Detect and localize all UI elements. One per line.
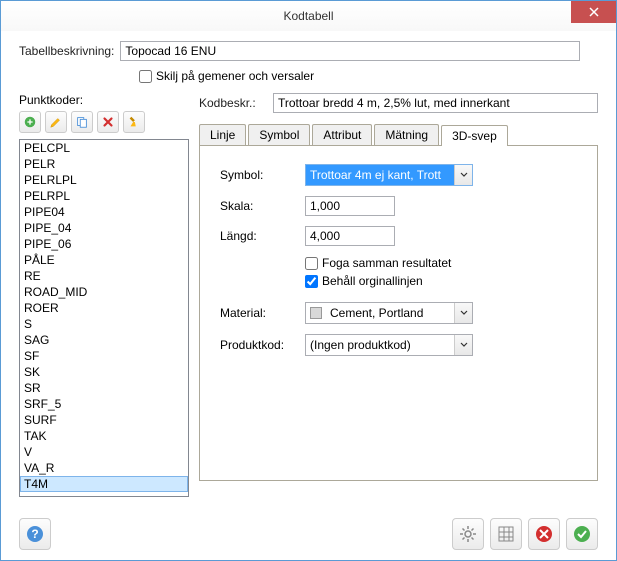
skala-input[interactable]	[305, 196, 395, 216]
tab-strip: LinjeSymbolAttributMätning3D-svep	[199, 124, 598, 146]
behall-checkbox[interactable]	[305, 275, 318, 288]
chevron-down-icon[interactable]	[454, 335, 472, 355]
material-value: Cement, Portland	[326, 306, 454, 320]
symbol-dropdown[interactable]: Trottoar 4m ej kant, Trott	[305, 164, 473, 186]
settings-button[interactable]	[452, 518, 484, 550]
close-button[interactable]	[571, 1, 616, 23]
window-title: Kodtabell	[283, 9, 333, 23]
material-swatch-icon	[310, 307, 322, 319]
chevron-down-icon[interactable]	[454, 165, 472, 185]
tab-panel-3dsvep: Symbol: Trottoar 4m ej kant, Trott Skala…	[199, 145, 598, 481]
list-item[interactable]: SRF_5	[20, 396, 188, 412]
add-button[interactable]	[19, 111, 41, 133]
tab-symbol[interactable]: Symbol	[248, 124, 310, 145]
produktkod-dropdown[interactable]: (Ingen produktkod)	[305, 334, 473, 356]
list-item[interactable]: PÅLE	[20, 252, 188, 268]
chevron-down-icon[interactable]	[454, 303, 472, 323]
behall-label: Behåll orginallinjen	[322, 274, 423, 288]
symbol-label: Symbol:	[220, 168, 305, 182]
content-area: Tabellbeskrivning: Skilj på gemener och …	[1, 31, 616, 507]
tab-attribut[interactable]: Attribut	[312, 124, 372, 145]
help-button[interactable]: ?	[19, 518, 51, 550]
list-item[interactable]: SK	[20, 364, 188, 380]
list-item[interactable]: PIPE_04	[20, 220, 188, 236]
list-item[interactable]: SURF	[20, 412, 188, 428]
material-dropdown[interactable]: Cement, Portland	[305, 302, 473, 324]
list-item[interactable]: PELRLPL	[20, 172, 188, 188]
kodbeskr-input[interactable]	[273, 93, 598, 113]
list-item[interactable]: T4M	[20, 476, 188, 492]
foga-checkbox[interactable]	[305, 257, 318, 270]
tab-3d-svep[interactable]: 3D-svep	[441, 125, 508, 146]
langd-label: Längd:	[220, 229, 305, 243]
list-item[interactable]: RE	[20, 268, 188, 284]
tabellbeskrivning-input[interactable]	[120, 41, 580, 61]
list-item[interactable]: PIPE04	[20, 204, 188, 220]
skilj-checkbox[interactable]	[139, 70, 152, 83]
list-item[interactable]: SR	[20, 380, 188, 396]
grid-button[interactable]	[490, 518, 522, 550]
tabellbeskrivning-label: Tabellbeskrivning:	[19, 44, 114, 58]
produktkod-value: (Ingen produktkod)	[306, 338, 454, 352]
list-item[interactable]: S	[20, 316, 188, 332]
titlebar: Kodtabell	[1, 1, 616, 31]
list-item[interactable]: ROER	[20, 300, 188, 316]
list-item[interactable]: TAK	[20, 428, 188, 444]
tab-mätning[interactable]: Mätning	[374, 124, 439, 145]
skala-label: Skala:	[220, 199, 305, 213]
produktkod-label: Produktkod:	[220, 338, 305, 352]
list-item[interactable]: PELRPL	[20, 188, 188, 204]
dialog-window: Kodtabell Tabellbeskrivning: Skilj på ge…	[0, 0, 617, 561]
langd-input[interactable]	[305, 226, 395, 246]
ok-button[interactable]	[566, 518, 598, 550]
tab-linje[interactable]: Linje	[199, 124, 246, 145]
symbol-value: Trottoar 4m ej kant, Trott	[306, 168, 454, 182]
svg-text:?: ?	[31, 527, 38, 541]
material-label: Material:	[220, 306, 305, 320]
list-item[interactable]: SAG	[20, 332, 188, 348]
list-item[interactable]: V	[20, 444, 188, 460]
list-item[interactable]: VA_R	[20, 460, 188, 476]
list-item[interactable]: PELCPL	[20, 140, 188, 156]
cancel-button[interactable]	[528, 518, 560, 550]
punktkoder-listbox[interactable]: PELCPLPELRPELRLPLPELRPLPIPE04PIPE_04PIPE…	[19, 139, 189, 497]
delete-button[interactable]	[97, 111, 119, 133]
skilj-label: Skilj på gemener och versaler	[156, 69, 314, 83]
list-item[interactable]: SF	[20, 348, 188, 364]
list-item[interactable]: PIPE_06	[20, 236, 188, 252]
list-toolbar	[19, 111, 189, 133]
edit-button[interactable]	[45, 111, 67, 133]
punktkoder-label: Punktkoder:	[19, 93, 189, 107]
list-item[interactable]: ROAD_MID	[20, 284, 188, 300]
kodbeskr-label: Kodbeskr.:	[199, 96, 267, 110]
foga-label: Foga samman resultatet	[322, 256, 451, 270]
copy-button[interactable]	[71, 111, 93, 133]
list-item[interactable]: PELR	[20, 156, 188, 172]
footer: ?	[19, 518, 598, 550]
clean-button[interactable]	[123, 111, 145, 133]
